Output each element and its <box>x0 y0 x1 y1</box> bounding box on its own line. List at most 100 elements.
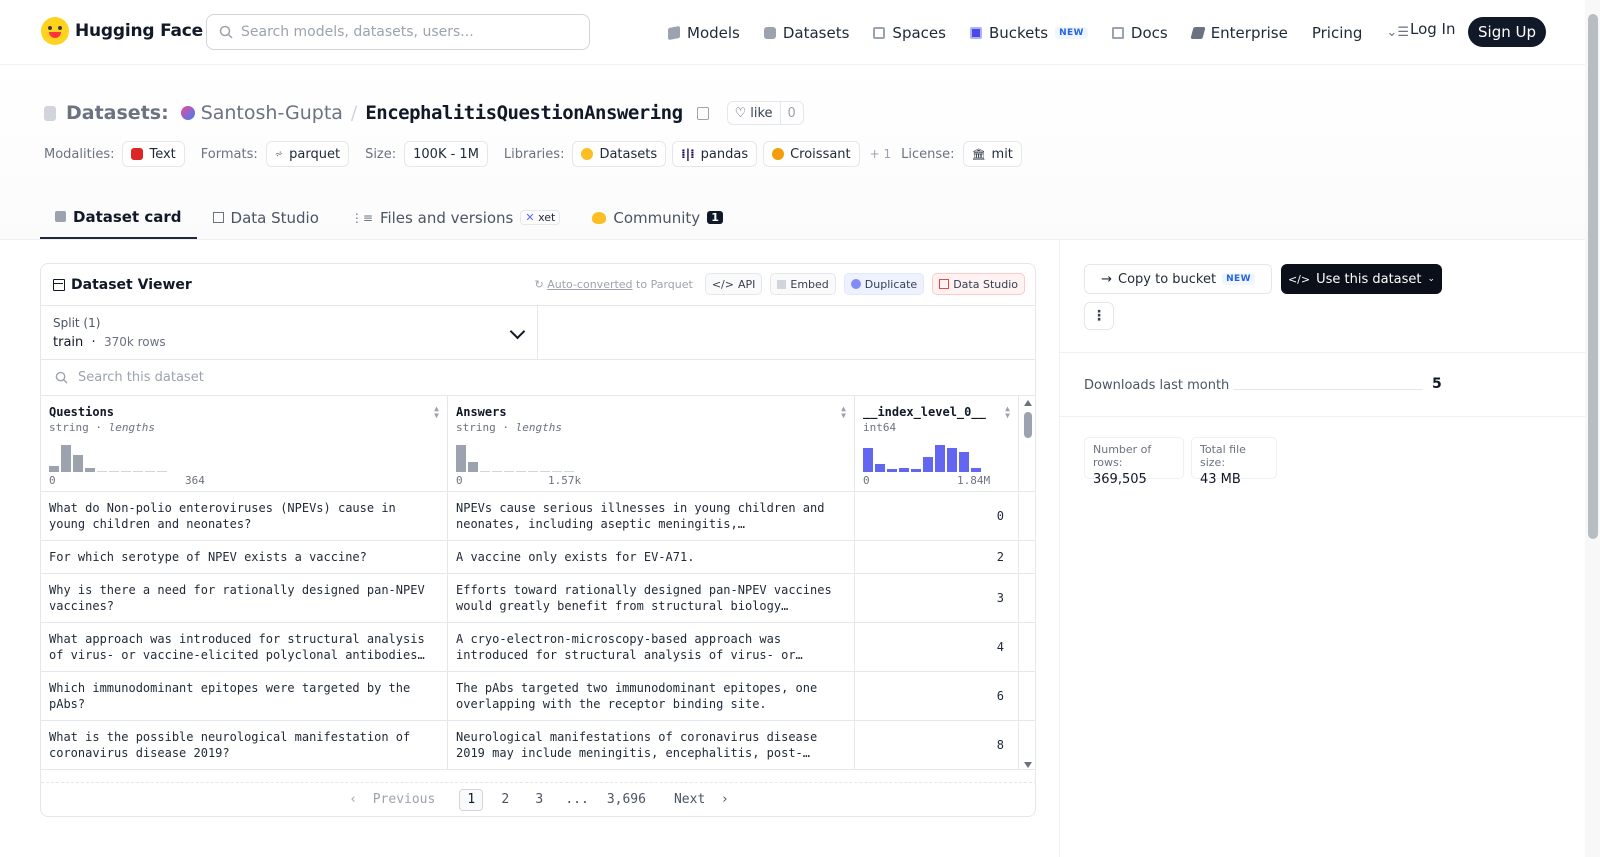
previous-page-button[interactable]: ‹ Previous <box>345 789 439 811</box>
table-row[interactable]: What do Non-polio enteroviruses (NPEVs) … <box>41 492 1035 541</box>
histogram-bar[interactable] <box>528 471 538 472</box>
section-label[interactable]: Datasets: <box>66 102 169 124</box>
histogram-bar[interactable] <box>133 471 143 472</box>
answer-cell[interactable]: Neurological manifestations of coronavir… <box>448 721 855 769</box>
org-link[interactable]: Santosh-Gupta <box>201 102 343 124</box>
histogram-bar[interactable] <box>109 471 119 472</box>
histogram-bar[interactable] <box>959 452 969 472</box>
copy-to-bucket-button[interactable]: → Copy to bucket NEW <box>1084 264 1272 294</box>
scroll-thumb[interactable] <box>1024 412 1032 438</box>
question-cell[interactable]: What approach was introduced for structu… <box>41 623 448 671</box>
global-search[interactable] <box>206 14 590 50</box>
column-header-questions[interactable]: Questions string · lengths ▲ ▼ 0 364 <box>41 396 448 491</box>
like-button[interactable]: ♡ like 0 <box>726 101 804 125</box>
histogram-bar[interactable] <box>564 471 574 472</box>
copy-icon[interactable] <box>696 106 709 120</box>
page-button[interactable]: 3,696 <box>603 789 650 811</box>
question-cell[interactable]: Why is there a need for rationally desig… <box>41 574 448 622</box>
question-cell[interactable]: What is the possible neurological manife… <box>41 721 448 769</box>
histogram-bar[interactable] <box>480 471 490 472</box>
histogram-bar[interactable] <box>887 469 897 472</box>
question-cell[interactable]: What do Non-polio enteroviruses (NPEVs) … <box>41 492 448 540</box>
histogram-bar[interactable] <box>456 445 466 472</box>
library-chip-pandas[interactable]: ⁞|⁞ pandas <box>672 141 758 167</box>
tab-data-studio[interactable]: Data Studio <box>197 196 335 239</box>
modality-chip[interactable]: Text <box>122 141 185 167</box>
scroll-up-icon[interactable] <box>1024 400 1032 406</box>
auto-converted-link[interactable]: Auto-converted <box>547 278 632 291</box>
nav-spaces[interactable]: Spaces <box>873 24 946 42</box>
embed-button[interactable]: Embed <box>770 273 836 295</box>
histogram-bar[interactable] <box>157 471 167 472</box>
answer-cell[interactable]: Efforts toward rationally designed pan-N… <box>448 574 855 622</box>
duplicate-button[interactable]: Duplicate <box>843 273 925 295</box>
table-row[interactable]: What approach was introduced for structu… <box>41 623 1035 672</box>
question-cell[interactable]: Which immunodominant epitopes were targe… <box>41 672 448 720</box>
format-chip[interactable]: ⩫ parquet <box>265 141 350 167</box>
table-row[interactable]: For which serotype of NPEV exists a vacc… <box>41 541 1035 574</box>
histogram-bar[interactable] <box>61 445 71 472</box>
split-selector[interactable]: Split (1) train · 370k rows <box>41 306 538 359</box>
nav-enterprise[interactable]: Enterprise <box>1190 24 1288 42</box>
nav-datasets[interactable]: Datasets <box>763 24 849 42</box>
histogram-bar[interactable] <box>923 457 933 472</box>
histogram-bar[interactable] <box>540 471 550 472</box>
page-button[interactable]: 3 <box>527 789 551 811</box>
table-row[interactable]: Why is there a need for rationally desig… <box>41 574 1035 623</box>
histogram-bar[interactable] <box>875 464 885 472</box>
brand-logo[interactable]: Hugging Face <box>41 17 203 45</box>
histogram-bar[interactable] <box>947 448 957 472</box>
nav-models[interactable]: Models <box>668 24 740 42</box>
license-chip[interactable]: 🏛 mit <box>962 141 1022 167</box>
histogram-bar[interactable] <box>552 471 562 472</box>
signup-button[interactable]: Sign Up <box>1468 17 1546 47</box>
answer-cell[interactable]: The pAbs targeted two immunodominant epi… <box>448 672 855 720</box>
table-row[interactable]: Which immunodominant epitopes were targe… <box>41 672 1035 721</box>
next-page-button[interactable]: Next › <box>670 789 733 811</box>
histogram-bar[interactable] <box>97 471 107 472</box>
histogram-bar[interactable] <box>85 468 95 472</box>
histogram-bar[interactable] <box>73 455 83 472</box>
histogram-bar[interactable] <box>468 462 478 472</box>
size-chip[interactable]: 100K - 1M <box>404 141 488 167</box>
dataset-name[interactable]: EncephalitisQuestionAnswering <box>365 102 683 124</box>
histogram-bar[interactable] <box>899 468 909 472</box>
tab-community[interactable]: Community 1 <box>576 196 738 239</box>
index-cell[interactable]: 6 <box>855 672 1019 720</box>
page-button[interactable]: 1 <box>459 788 484 811</box>
histogram-bar[interactable] <box>492 471 502 472</box>
index-cell[interactable]: 3 <box>855 574 1019 622</box>
histogram-bar[interactable] <box>49 466 59 472</box>
more-menu-icon[interactable]: ⌄☰ <box>1386 25 1409 40</box>
scroll-down-icon[interactable] <box>1024 762 1032 768</box>
table-scrollbar[interactable] <box>1024 400 1032 768</box>
login-link[interactable]: Log In <box>1410 20 1456 38</box>
sort-icon[interactable]: ▲ ▼ <box>434 405 439 420</box>
histogram-bar[interactable] <box>863 448 873 472</box>
more-libraries[interactable]: + 1 <box>870 147 892 161</box>
nav-docs[interactable]: Docs <box>1111 24 1168 42</box>
nav-pricing[interactable]: Pricing <box>1312 24 1363 42</box>
answer-cell[interactable]: A vaccine only exists for EV-A71. <box>448 541 855 573</box>
page-scroll-thumb[interactable] <box>1588 14 1598 539</box>
histogram-bar[interactable] <box>504 471 514 472</box>
sort-icon[interactable]: ▲ ▼ <box>1005 405 1010 420</box>
histogram-bar[interactable] <box>935 445 945 472</box>
dataset-search-input[interactable] <box>78 370 478 385</box>
sort-icon[interactable]: ▲ ▼ <box>841 405 846 420</box>
api-button[interactable]: </> API <box>704 273 763 295</box>
histogram-bar[interactable] <box>121 471 131 472</box>
index-cell[interactable]: 4 <box>855 623 1019 671</box>
page-button[interactable]: 2 <box>493 789 517 811</box>
tab-files-and-versions[interactable]: ⋮≡ Files and versions ✕ xet <box>335 196 576 239</box>
answer-cell[interactable]: A cryo-electron-microscopy-based approac… <box>448 623 855 671</box>
histogram-bar[interactable] <box>971 468 981 472</box>
histogram-bar[interactable] <box>145 471 155 472</box>
dataset-search[interactable] <box>41 360 1035 396</box>
index-cell[interactable]: 2 <box>855 541 1019 573</box>
library-chip-datasets[interactable]: Datasets <box>572 141 667 167</box>
tab-dataset-card[interactable]: Dataset card <box>40 196 197 239</box>
nav-buckets[interactable]: Buckets NEW <box>969 24 1088 42</box>
column-header-answers[interactable]: Answers string · lengths ▲ ▼ 0 1.57k <box>448 396 855 491</box>
more-options-button[interactable]: ⋮ <box>1084 302 1114 330</box>
